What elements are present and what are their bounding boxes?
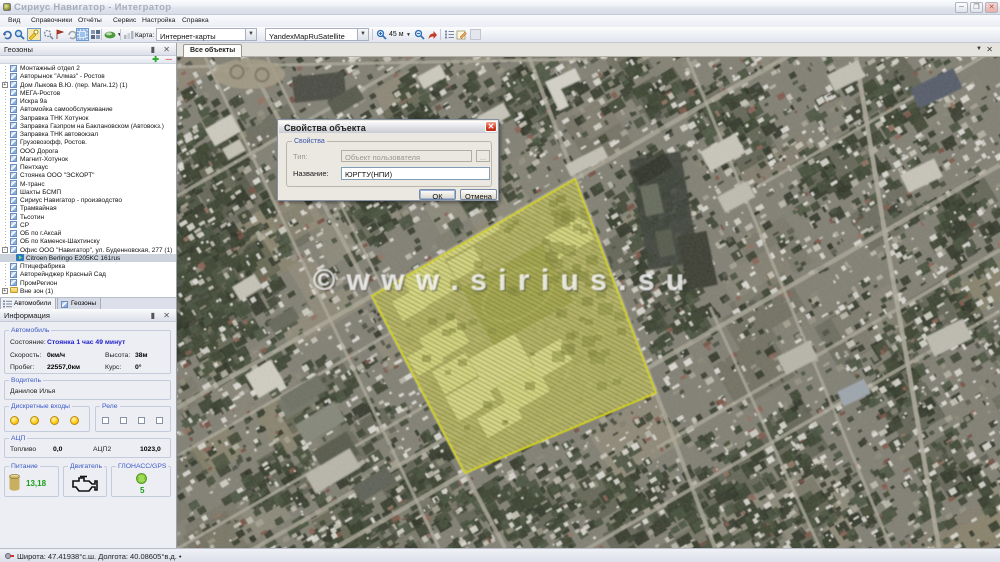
svg-text:© w w w . s i r i u s . s u: © w w w . s i r i u s . s u bbox=[313, 264, 686, 297]
